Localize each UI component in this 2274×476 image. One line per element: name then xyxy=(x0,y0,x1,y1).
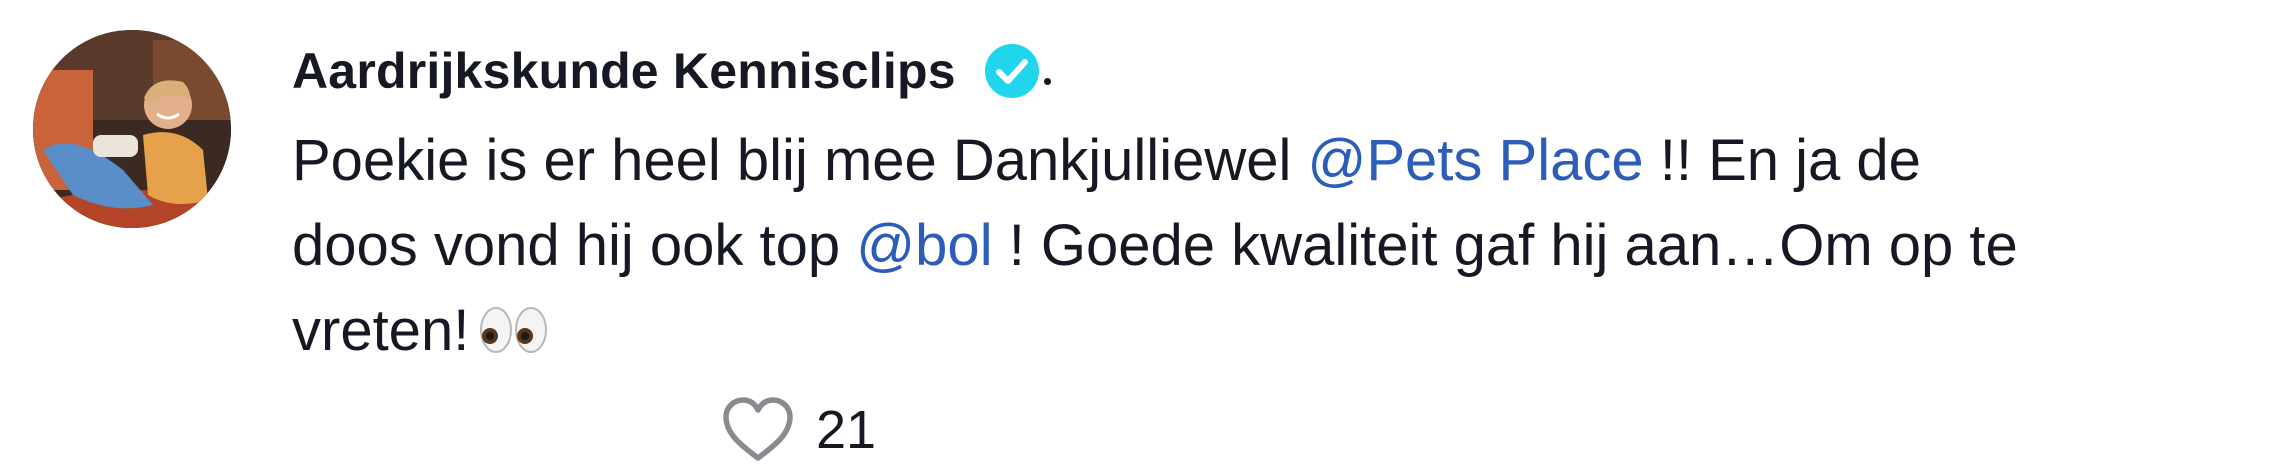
comment-text: Poekie is er heel blij mee Dankjulliewel… xyxy=(292,118,2267,373)
author-name[interactable]: Aardrijkskunde Kennisclips xyxy=(292,42,956,100)
avatar[interactable] xyxy=(33,30,231,228)
mention-pets-place[interactable]: @Pets Place xyxy=(1307,128,1643,193)
comment-text-segment: doos vond hij ook top xyxy=(292,213,857,278)
comment-line-3: vreten! xyxy=(292,288,2267,373)
comment-text-segment: ! Goede kwaliteit gaf hij aan…Om op te xyxy=(992,213,2018,278)
eyes-icon xyxy=(479,294,549,379)
heart-outline-icon[interactable] xyxy=(722,396,794,464)
mention-bol[interactable]: @bol xyxy=(856,213,992,278)
comment-line-2: doos vond hij ook top @bol ! Goede kwali… xyxy=(292,203,2267,288)
author-row: Aardrijkskunde Kennisclips xyxy=(292,36,1051,106)
separator-dot xyxy=(1043,77,1051,85)
comment-text-segment: vreten! xyxy=(292,298,470,363)
verified-badge-icon xyxy=(984,43,1040,99)
comment-line-1: Poekie is er heel blij mee Dankjulliewel… xyxy=(292,118,2267,203)
comment-text-segment: !! En ja de xyxy=(1643,128,1921,193)
like-row: 21 xyxy=(722,390,876,470)
like-count: 21 xyxy=(816,400,877,460)
comment-text-segment: Poekie is er heel blij mee Dankjulliewel xyxy=(292,128,1308,193)
